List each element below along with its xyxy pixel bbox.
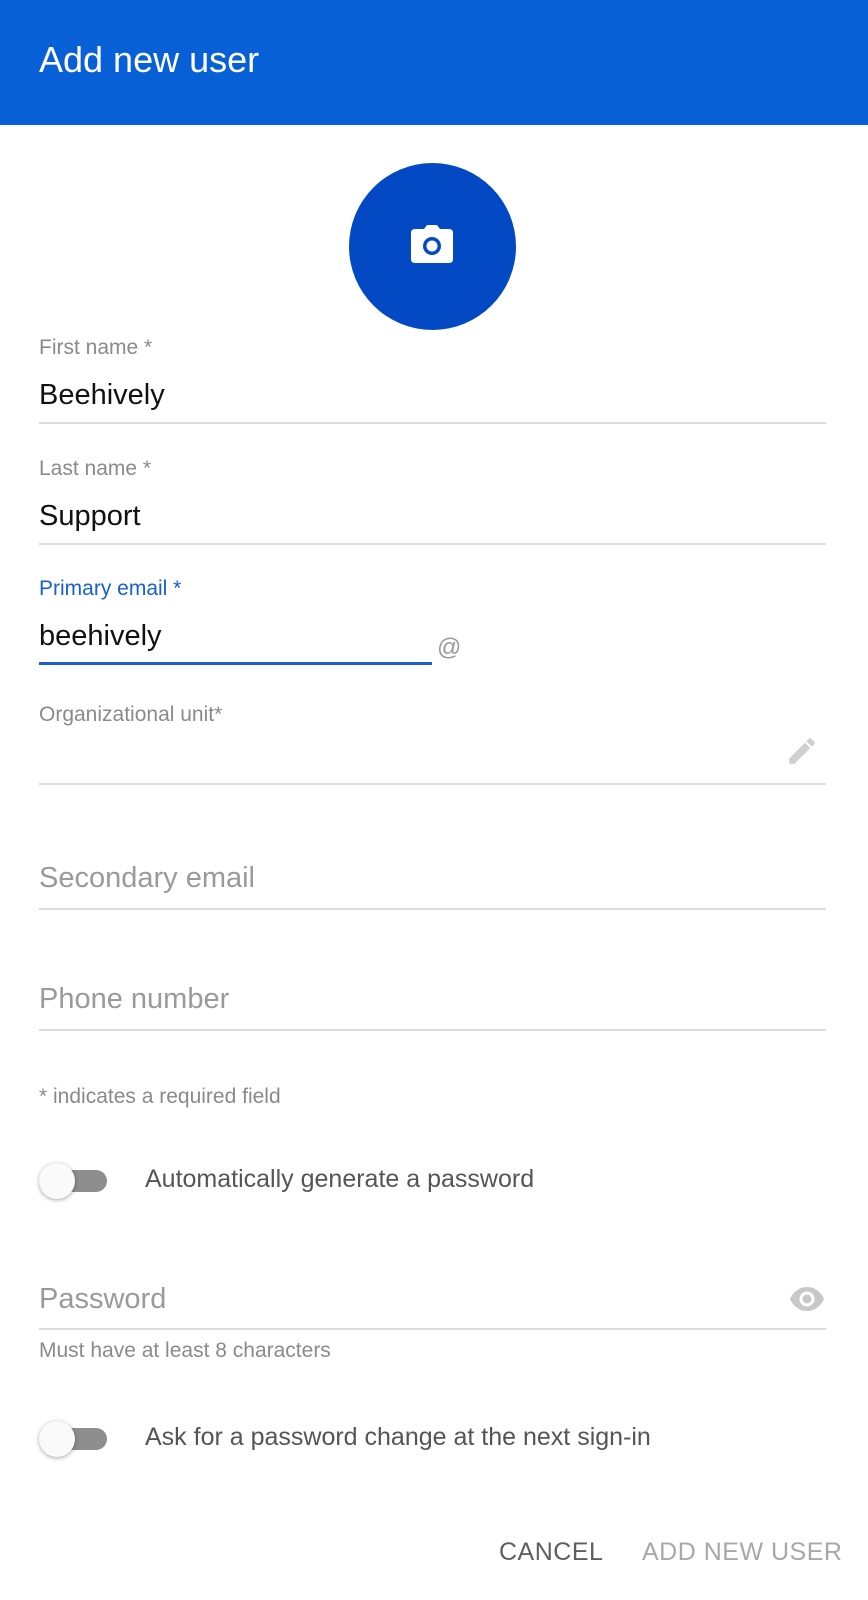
last-name-underline — [39, 543, 826, 545]
org-unit-underline — [39, 783, 826, 785]
primary-email-input[interactable]: beehively — [39, 620, 162, 653]
first-name-field[interactable]: First name * Beehively — [39, 336, 826, 426]
app-bar: Add new user — [0, 0, 868, 125]
cancel-button[interactable]: CANCEL — [499, 1538, 603, 1567]
secondary-email-underline — [39, 908, 826, 910]
phone-number-input[interactable]: Phone number — [39, 983, 229, 1016]
primary-email-label: Primary email * — [39, 577, 182, 600]
org-unit-field[interactable]: Organizational unit* — [39, 703, 826, 788]
ask-password-change-label: Ask for a password change at the next si… — [145, 1423, 651, 1451]
password-underline — [39, 1328, 826, 1330]
eye-icon[interactable] — [789, 1286, 825, 1312]
auto-password-toggle[interactable] — [39, 1163, 109, 1199]
last-name-label: Last name * — [39, 457, 152, 480]
password-helper-text: Must have at least 8 characters — [39, 1339, 331, 1362]
add-new-user-button[interactable]: ADD NEW USER — [642, 1538, 842, 1567]
auto-password-label: Automatically generate a password — [145, 1165, 535, 1193]
secondary-email-input[interactable]: Secondary email — [39, 862, 255, 895]
phone-number-underline — [39, 1029, 826, 1031]
phone-number-field[interactable]: Phone number — [39, 983, 826, 1033]
add-photo-button[interactable] — [349, 163, 516, 330]
page-title: Add new user — [39, 39, 260, 80]
first-name-underline — [39, 422, 826, 424]
secondary-email-field[interactable]: Secondary email — [39, 862, 826, 912]
org-unit-value[interactable] — [39, 743, 759, 777]
first-name-input[interactable]: Beehively — [39, 379, 165, 412]
password-field[interactable]: Password Must have at least 8 characters — [39, 1283, 826, 1363]
last-name-input[interactable]: Support — [39, 500, 141, 533]
required-field-note: * indicates a required field — [39, 1085, 281, 1108]
first-name-label: First name * — [39, 336, 153, 359]
email-domain-select[interactable] — [459, 627, 704, 659]
primary-email-focus-underline — [39, 662, 432, 665]
org-unit-label: Organizational unit* — [39, 703, 223, 726]
last-name-field[interactable]: Last name * Support — [39, 457, 826, 547]
at-symbol: @ — [437, 634, 462, 661]
password-input[interactable]: Password — [39, 1283, 166, 1316]
primary-email-field[interactable]: Primary email * beehively @ — [39, 577, 826, 667]
camera-icon — [411, 225, 453, 263]
pencil-icon[interactable] — [785, 734, 819, 768]
ask-password-change-toggle[interactable] — [39, 1421, 109, 1457]
